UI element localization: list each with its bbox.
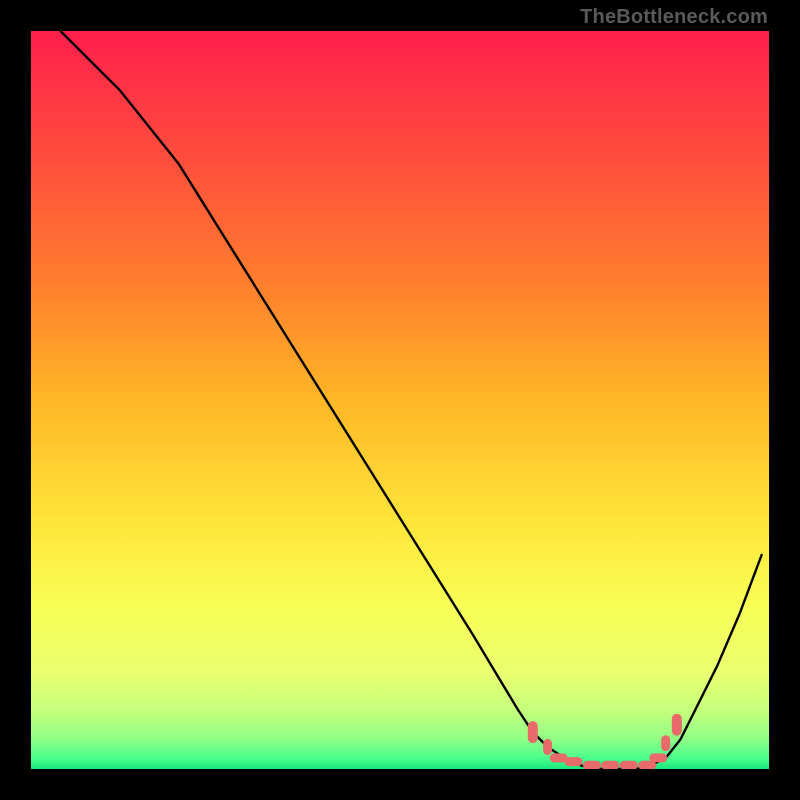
marker-point (661, 735, 670, 751)
marker-point (620, 761, 638, 769)
marker-point (528, 721, 538, 743)
chart-plot-area (31, 31, 769, 769)
marker-point (601, 761, 619, 769)
chart-background-gradient (31, 31, 769, 769)
watermark-text: TheBottleneck.com (580, 6, 768, 29)
marker-point (672, 714, 682, 736)
chart-svg (31, 31, 769, 769)
marker-point (649, 753, 667, 762)
marker-point (583, 761, 601, 769)
chart-frame: TheBottleneck.com (0, 0, 800, 800)
marker-point (564, 757, 582, 766)
marker-point (543, 739, 552, 755)
